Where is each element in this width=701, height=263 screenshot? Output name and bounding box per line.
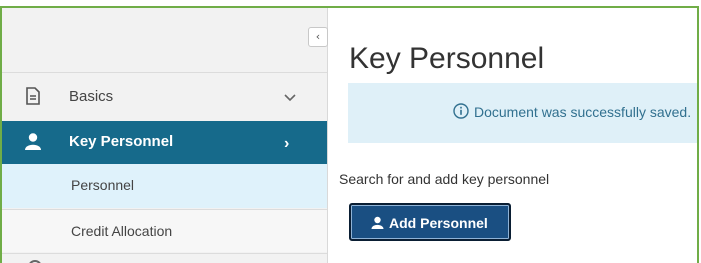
success-alert: Document was successfully saved. <box>348 83 697 143</box>
main-content: Key Personnel Document was successfully … <box>329 8 697 263</box>
sidebar-item-key-personnel[interactable]: Key Personnel › <box>2 121 327 164</box>
chevron-right-icon[interactable]: › <box>284 135 289 153</box>
sidebar: ‹ Basics Key Personnel › Personnel Credi… <box>2 8 328 263</box>
sidebar-subitem-personnel[interactable]: Personnel <box>2 164 327 208</box>
sidebar-item-label: Basics <box>69 88 114 105</box>
user-icon <box>371 216 384 229</box>
document-icon <box>26 87 40 105</box>
add-personnel-label: Add Personnel <box>389 215 488 231</box>
chevron-left-icon: ‹ <box>315 30 321 43</box>
sidebar-subitem-label: Credit Allocation <box>71 223 173 239</box>
collapse-sidebar-button[interactable]: ‹ <box>308 27 328 47</box>
helper-text: Search for and add key personnel <box>339 171 550 187</box>
sidebar-item-label: Key Personnel <box>69 133 174 150</box>
info-icon <box>453 103 469 119</box>
chevron-down-icon[interactable] <box>283 91 297 105</box>
sidebar-subitem-credit-allocation[interactable]: Credit Allocation <box>2 209 327 252</box>
app-frame: ‹ Basics Key Personnel › Personnel Credi… <box>0 6 699 263</box>
alert-message: Document was successfully saved. <box>474 104 692 120</box>
add-personnel-button[interactable]: Add Personnel <box>349 203 511 241</box>
sidebar-item-basics[interactable]: Basics <box>2 72 327 121</box>
sidebar-item-next[interactable] <box>2 253 327 263</box>
sidebar-subitem-label: Personnel <box>71 177 135 193</box>
user-icon <box>25 133 41 150</box>
page-title: Key Personnel <box>349 42 545 75</box>
